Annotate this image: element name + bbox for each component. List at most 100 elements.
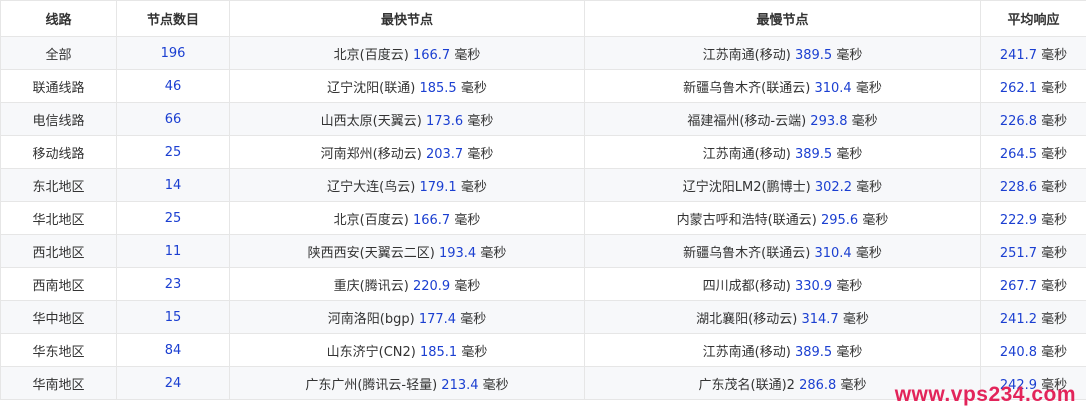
count-cell: 24 [116,366,230,400]
average-latency: 264.5 [999,146,1038,162]
fastest-node-latency: 193.4 [438,245,477,261]
latency-unit: 毫秒 [855,80,882,96]
fastest-node-cell: 陕西西安(天翼云二区) 193.4 毫秒 [229,234,585,268]
latency-unit: 毫秒 [1041,245,1068,261]
count-cell: 84 [116,333,230,367]
latency-unit: 毫秒 [460,311,487,327]
average-latency: 262.1 [999,80,1038,96]
latency-unit: 毫秒 [862,212,889,228]
slowest-node-latency: 310.4 [814,245,852,261]
table-row: 电信线路 66 山西太原(天翼云) 173.6 毫秒 福建福州(移动-云端) 293.… [0,102,1086,136]
fastest-node-latency: 185.5 [419,80,457,96]
fastest-node-name: 北京(百度云) [333,47,409,63]
slowest-node-latency: 314.7 [801,311,839,327]
line-name: 西北地区 [32,245,85,261]
slowest-node-latency: 293.8 [810,113,848,129]
node-count: 196 [160,45,186,61]
average-cell: 264.5 毫秒 [980,135,1086,169]
fastest-node-name: 河南洛阳(bgp) [327,311,415,327]
slowest-node-name: 新疆乌鲁木齐(联通云) [683,80,811,96]
slowest-node-name: 江苏南通(移动) [702,47,791,63]
average-latency: 241.7 [999,47,1038,63]
fastest-node-cell: 北京(百度云) 166.7 毫秒 [229,36,585,70]
slowest-node-name: 江苏南通(移动) [702,146,791,162]
header-slowest-node: 最慢节点 [584,0,981,37]
latency-unit: 毫秒 [836,146,863,162]
line-name: 移动线路 [32,146,85,162]
average-cell: 226.8 毫秒 [980,102,1086,136]
slowest-node-latency: 330.9 [794,278,833,294]
node-count: 66 [164,111,182,127]
table-row: 华北地区 25 北京(百度云) 166.7 毫秒 内蒙古呼和浩特(联通云) 295.6… [0,201,1086,235]
node-count: 84 [164,342,182,358]
table-row: 西北地区 11 陕西西安(天翼云二区) 193.4 毫秒 新疆乌鲁木齐(联通云) 31… [0,234,1086,268]
slowest-node-name: 江苏南通(移动) [702,344,791,360]
latency-unit: 毫秒 [836,278,863,294]
line-cell: 电信线路 [0,102,117,136]
fastest-node-cell: 辽宁沈阳(联通) 185.5 毫秒 [229,69,585,103]
line-name: 西南地区 [32,278,85,294]
slowest-node-cell: 江苏南通(移动) 389.5 毫秒 [584,36,981,70]
latency-unit: 毫秒 [1041,311,1068,327]
latency-unit: 毫秒 [1041,212,1068,228]
header-fastest-node: 最快节点 [229,0,585,37]
average-latency: 241.2 [999,311,1038,327]
node-count: 11 [164,243,182,259]
average-latency: 226.8 [999,113,1038,129]
count-cell: 14 [116,168,230,202]
slowest-node-cell: 广东茂名(联通)2 286.8 毫秒 [584,366,981,400]
line-name: 华南地区 [32,377,85,393]
count-cell: 23 [116,267,230,301]
latency-unit: 毫秒 [840,377,867,393]
latency-unit: 毫秒 [460,179,487,195]
table-body: 全部 196 北京(百度云) 166.7 毫秒 江苏南通(移动) 389.5 毫秒 24… [0,36,1086,400]
count-cell: 15 [116,300,230,334]
latency-unit: 毫秒 [482,377,509,393]
latency-unit: 毫秒 [1041,146,1068,162]
line-cell: 移动线路 [0,135,117,169]
count-cell: 25 [116,201,230,235]
latency-unit: 毫秒 [836,344,863,360]
average-cell: 241.7 毫秒 [980,36,1086,70]
table-row: 联通线路 46 辽宁沈阳(联通) 185.5 毫秒 新疆乌鲁木齐(联通云) 310.4… [0,69,1086,103]
line-name: 华中地区 [32,311,85,327]
header-average-response: 平均响应 [980,0,1086,37]
average-latency: 240.8 [999,344,1038,360]
slowest-node-cell: 江苏南通(移动) 389.5 毫秒 [584,135,981,169]
line-name: 全部 [45,47,72,63]
fastest-node-cell: 河南洛阳(bgp) 177.4 毫秒 [229,300,585,334]
fastest-node-latency: 213.4 [441,377,479,393]
table-row: 华东地区 84 山东济宁(CN2) 185.1 毫秒 江苏南通(移动) 389.5 毫… [0,333,1086,367]
fastest-node-latency: 179.1 [419,179,457,195]
fastest-node-latency: 173.6 [425,113,464,129]
line-cell: 华中地区 [0,300,117,334]
slowest-node-cell: 四川成都(移动) 330.9 毫秒 [584,267,981,301]
latency-unit: 毫秒 [856,179,883,195]
latency-unit: 毫秒 [1041,278,1068,294]
latency-unit: 毫秒 [1041,179,1068,195]
latency-unit: 毫秒 [1041,344,1068,360]
count-cell: 25 [116,135,230,169]
line-cell: 华北地区 [0,201,117,235]
slowest-node-name: 四川成都(移动) [702,278,791,294]
fastest-node-latency: 185.1 [419,344,458,360]
average-cell: 241.2 毫秒 [980,300,1086,334]
latency-unit: 毫秒 [454,212,481,228]
fastest-node-latency: 220.9 [412,278,451,294]
latency-unit: 毫秒 [454,278,481,294]
latency-unit: 毫秒 [1041,80,1068,96]
slowest-node-latency: 286.8 [799,377,837,393]
line-cell: 东北地区 [0,168,117,202]
slowest-node-name: 广东茂名(联通)2 [698,377,795,393]
header-line: 线路 [0,0,117,37]
latency-unit: 毫秒 [842,311,869,327]
latency-unit: 毫秒 [460,80,487,96]
line-cell: 华南地区 [0,366,117,400]
slowest-node-cell: 新疆乌鲁木齐(联通云) 310.4 毫秒 [584,69,981,103]
average-latency: 267.7 [999,278,1038,294]
node-count: 15 [164,309,182,325]
line-cell: 联通线路 [0,69,117,103]
table-header-row: 线路 节点数目 最快节点 最慢节点 平均响应 [0,0,1086,37]
fastest-node-cell: 河南郑州(移动云) 203.7 毫秒 [229,135,585,169]
slowest-node-latency: 295.6 [820,212,859,228]
